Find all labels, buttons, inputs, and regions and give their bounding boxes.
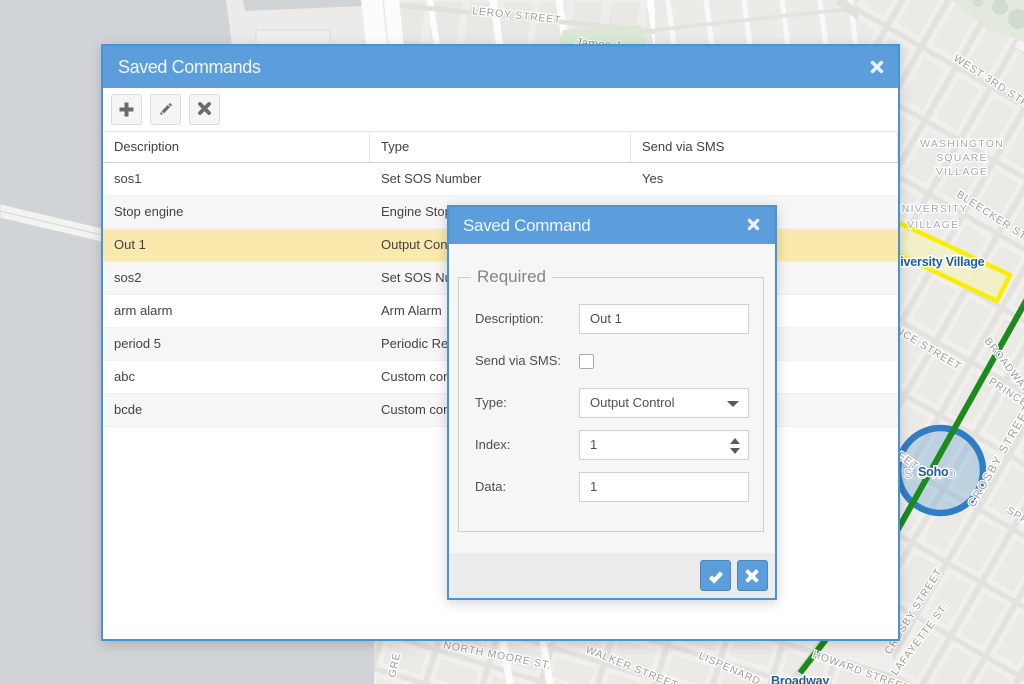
svg-text:VILLAGE: VILLAGE — [907, 219, 959, 231]
svg-text:VILLAGE: VILLAGE — [936, 166, 988, 178]
svg-text:UNIVERSITY: UNIVERSITY — [893, 203, 968, 215]
svg-text:Soho: Soho — [918, 465, 949, 479]
svg-text:WASHINGTON: WASHINGTON — [920, 138, 1004, 150]
svg-text:Broadway: Broadway — [771, 674, 829, 684]
svg-text:SQUARE: SQUARE — [936, 152, 988, 164]
